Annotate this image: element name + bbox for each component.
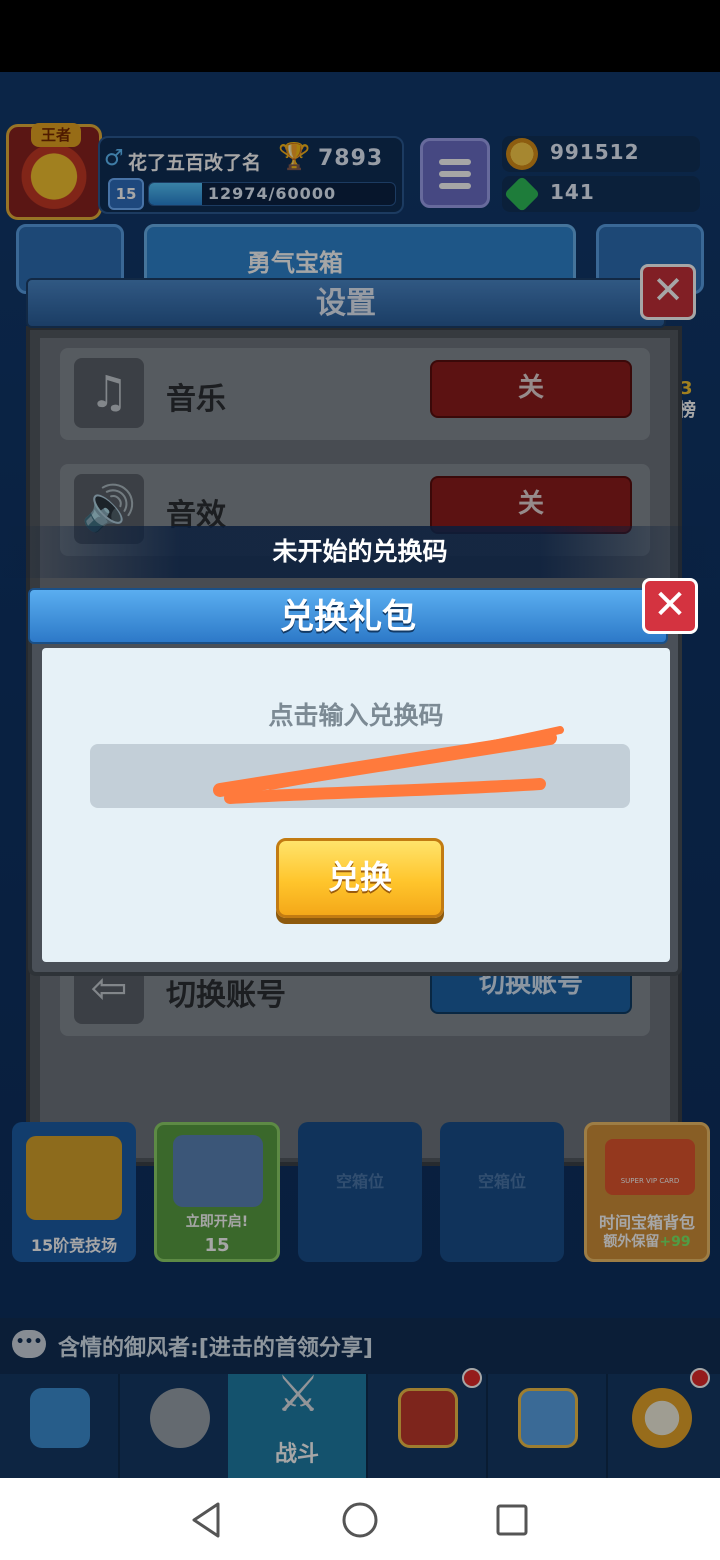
redeem-close-button[interactable]: ✕ [642, 578, 698, 634]
redeem-body: 点击输入兑换码 兑换 [42, 648, 670, 962]
back-triangle-icon[interactable] [184, 1498, 228, 1542]
redeem-code-input[interactable] [90, 744, 630, 808]
redeem-title: 兑换礼包 [280, 597, 416, 637]
system-navigation-bar [0, 1478, 720, 1560]
recents-square-icon[interactable] [490, 1498, 534, 1542]
redeem-header: 兑换礼包 [28, 588, 668, 644]
home-circle-icon[interactable] [338, 1498, 382, 1542]
redeem-dialog: 点击输入兑换码 兑换 兑换礼包 ✕ [28, 578, 698, 976]
redeem-caption: 未开始的兑换码 [272, 537, 448, 566]
redeem-hint: 点击输入兑换码 [268, 701, 444, 730]
game-screen: 王者 ♂ 花了五百改了名 🏆 7893 15 12974/60000 99151… [0, 72, 720, 1478]
redeem-caption-bar: 未开始的兑换码 [0, 526, 720, 578]
status-bar [0, 0, 720, 72]
redeem-submit-button[interactable]: 兑换 [276, 838, 444, 918]
